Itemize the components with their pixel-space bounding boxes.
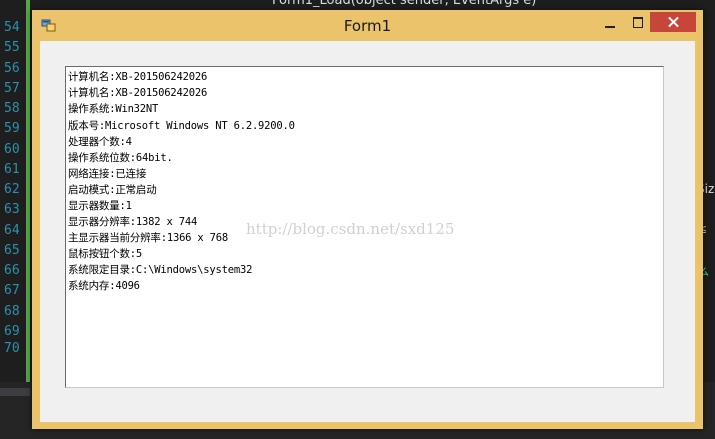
minimize-button[interactable] <box>596 13 624 33</box>
line-number: 58 <box>4 101 20 116</box>
line-number: 56 <box>4 61 20 76</box>
form1-window: Form1 计算机名:XB-201506242026 计算机名:XB-20150… <box>32 10 703 429</box>
line-number: 61 <box>4 162 20 177</box>
change-indicator-bar <box>26 0 30 382</box>
info-textbox[interactable]: 计算机名:XB-201506242026 计算机名:XB-20150624202… <box>65 66 664 388</box>
info-line: 网络连接:已连接 <box>68 168 147 180</box>
maximize-button[interactable] <box>625 13 653 33</box>
line-number: 62 <box>4 182 20 197</box>
line-number: 60 <box>4 142 20 157</box>
line-number: 67 <box>4 283 20 298</box>
info-line: 鼠标按钮个数:5 <box>68 248 143 260</box>
info-line: 启动模式:正常启动 <box>68 184 157 196</box>
info-line: 计算机名:XB-201506242026 <box>68 87 208 99</box>
info-line: 计算机名:XB-201506242026 <box>68 71 208 83</box>
watermark-text: http://blog.csdn.net/sxd125 <box>246 220 455 238</box>
line-number: 54 <box>4 20 20 35</box>
info-line: 处理器个数:4 <box>68 136 132 148</box>
line-number: 59 <box>4 121 20 136</box>
info-line: 显示器分辨率:1382 x 744 <box>68 216 198 228</box>
info-line: 版本号:Microsoft Windows NT 6.2.9200.0 <box>68 120 295 132</box>
line-number: 65 <box>4 243 20 258</box>
info-line: 操作系统:Win32NT <box>68 103 159 115</box>
info-line: 主显示器当前分辨率:1366 x 768 <box>68 232 229 244</box>
line-number: 63 <box>4 202 20 217</box>
line-number: 70 <box>4 341 20 356</box>
close-button[interactable] <box>650 12 696 32</box>
form-client-area: 计算机名:XB-201506242026 计算机名:XB-20150624202… <box>40 41 695 422</box>
title-bar[interactable]: Form1 <box>32 10 703 41</box>
line-number: 64 <box>4 223 20 238</box>
info-line: 系统内存:4096 <box>68 280 140 292</box>
line-number: 66 <box>4 263 20 278</box>
info-line: 操作系统位数:64bit. <box>68 152 173 164</box>
line-number: 68 <box>4 304 20 319</box>
info-line: 显示器数量:1 <box>68 200 132 212</box>
code-line: Form1_Load(object sender, EventArgs e) <box>272 0 537 8</box>
horizontal-scrollbar[interactable] <box>0 388 30 396</box>
info-line: 系统限定目录:C:\Windows\system32 <box>68 264 253 276</box>
line-number: 57 <box>4 81 20 96</box>
line-number: 55 <box>4 40 20 55</box>
line-number-gutter: 54 55 56 57 58 59 60 61 62 63 64 65 66 6… <box>0 0 26 439</box>
